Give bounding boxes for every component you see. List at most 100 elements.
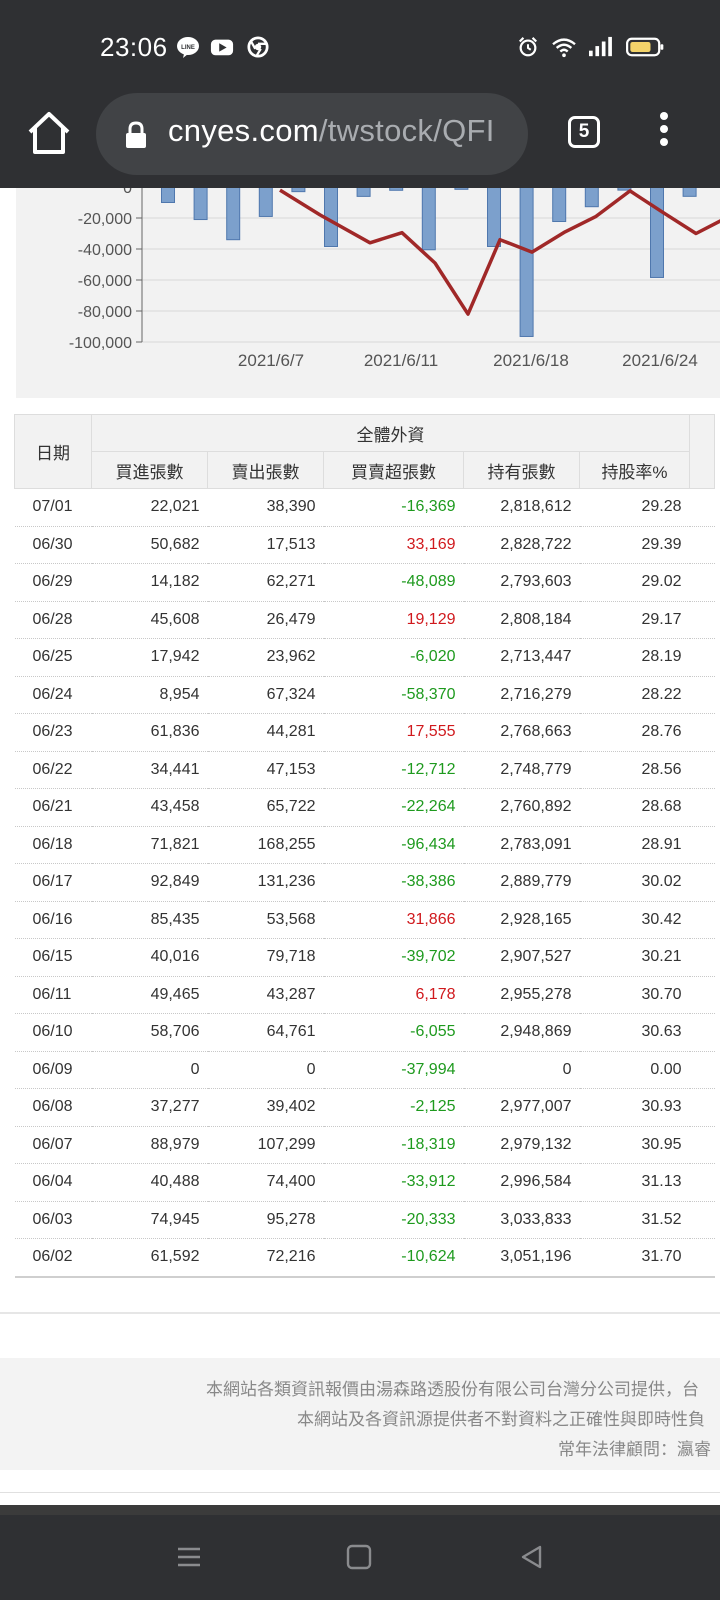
extra-column-cell xyxy=(689,788,715,827)
holding-cell: 2,955,278 xyxy=(463,976,580,1014)
table-row: 06/02 61,592 72,216 -10,624 3,051,196 31.70 xyxy=(14,1238,715,1278)
net-cell: -16,369 xyxy=(323,488,464,527)
extra-column-cell xyxy=(689,1126,715,1164)
date-cell: 06/18 xyxy=(14,826,92,864)
holding-pct-cell: 31.70 xyxy=(579,1238,690,1278)
extra-column-cell xyxy=(689,563,715,602)
extra-column-cell xyxy=(689,488,715,527)
legal-counsel-line: 常年法律顧問：瀛睿 xyxy=(558,1440,711,1459)
table-row: 06/07 88,979 107,299 -18,319 2,979,132 30.95 xyxy=(14,1126,715,1164)
extra-column-cell xyxy=(689,713,715,752)
home-icon[interactable] xyxy=(24,108,74,158)
extra-column-cell xyxy=(689,976,715,1014)
svg-text:LINE: LINE xyxy=(181,45,195,51)
holding-pct-cell: 30.02 xyxy=(579,863,690,902)
url-host: cnyes.com xyxy=(168,113,319,148)
disclaimer-line: 本網站各類資訊報價由湯森路透股份有限公司台灣分公司提供，台 xyxy=(206,1380,699,1399)
holding-pct-cell: 0.00 xyxy=(579,1051,690,1089)
table-row: 06/03 74,945 95,278 -20,333 3,033,833 31.52 xyxy=(14,1201,715,1239)
sell-cell: 47,153 xyxy=(207,751,324,789)
date-cell: 06/24 xyxy=(14,676,92,714)
buy-cell: 50,682 xyxy=(91,526,208,564)
recent-apps-icon[interactable] xyxy=(175,1543,203,1571)
date-cell: 06/29 xyxy=(14,563,92,602)
clock: 23:06 xyxy=(100,32,168,62)
holding-pct-cell: 28.22 xyxy=(579,676,690,714)
section-divider xyxy=(0,1492,720,1493)
extra-column-cell xyxy=(689,638,715,677)
holding-cell: 2,979,132 xyxy=(463,1126,580,1164)
holding-cell: 2,828,722 xyxy=(463,526,580,564)
y-tick-label: -100,000 xyxy=(69,335,132,352)
alarm-icon xyxy=(518,37,538,57)
net-header: 買賣超張數 xyxy=(323,451,464,489)
home-nav-icon[interactable] xyxy=(345,1543,373,1571)
date-cell: 06/07 xyxy=(14,1126,92,1164)
net-cell: -10,624 xyxy=(323,1238,464,1278)
date-cell: 06/21 xyxy=(14,788,92,827)
buy-cell: 58,706 xyxy=(91,1013,208,1052)
holding-pct-cell: 29.39 xyxy=(579,526,690,564)
y-tick-label: -40,000 xyxy=(78,242,132,259)
table-row: 06/23 61,836 44,281 17,555 2,768,663 28.76 xyxy=(14,713,715,752)
holding-header: 持有張數 xyxy=(463,451,580,489)
holding-cell: 0 xyxy=(463,1051,580,1089)
net-cell: -37,994 xyxy=(323,1051,464,1089)
date-cell: 06/11 xyxy=(14,976,92,1014)
extra-column-header xyxy=(689,414,715,489)
buy-cell: 85,435 xyxy=(91,901,208,939)
buy-cell: 8,954 xyxy=(91,676,208,714)
sell-cell: 79,718 xyxy=(207,938,324,977)
date-cell: 06/22 xyxy=(14,751,92,789)
lock-icon xyxy=(126,121,146,148)
holding-pct-cell: 28.56 xyxy=(579,751,690,789)
address-bar[interactable]: cnyes.com/twstock/QFI xyxy=(96,93,528,175)
y-tick-label: -20,000 xyxy=(78,211,132,228)
holding-cell: 2,783,091 xyxy=(463,826,580,864)
holding-cell: 2,889,779 xyxy=(463,863,580,902)
buy-header: 買進張數 xyxy=(91,451,208,489)
holding-cell: 2,808,184 xyxy=(463,601,580,639)
sell-header: 賣出張數 xyxy=(207,451,324,489)
buy-cell: 17,942 xyxy=(91,638,208,677)
net-cell: 31,866 xyxy=(323,901,464,939)
wifi-icon xyxy=(552,38,576,58)
chart-bar xyxy=(682,188,697,197)
extra-column-cell xyxy=(689,1088,715,1127)
more-menu-icon[interactable] xyxy=(654,112,674,156)
date-cell: 06/25 xyxy=(14,638,92,677)
sell-cell: 17,513 xyxy=(207,526,324,564)
net-cell: 6,178 xyxy=(323,976,464,1014)
net-cell: -6,020 xyxy=(323,638,464,677)
date-cell: 06/30 xyxy=(14,526,92,564)
extra-column-cell xyxy=(689,751,715,789)
date-cell: 06/10 xyxy=(14,1013,92,1052)
disclaimer-line: 本網站及各資訊源提供者不對資料之正確性與即時性負 xyxy=(297,1410,705,1429)
sell-cell: 53,568 xyxy=(207,901,324,939)
sell-cell: 65,722 xyxy=(207,788,324,827)
chart-bar xyxy=(454,188,469,190)
buy-cell: 88,979 xyxy=(91,1126,208,1164)
buy-cell: 37,277 xyxy=(91,1088,208,1127)
back-icon[interactable] xyxy=(518,1543,546,1571)
group-header: 全體外資 xyxy=(91,414,690,452)
holding-cell: 2,977,007 xyxy=(463,1088,580,1127)
tab-switcher-button[interactable]: 5 xyxy=(568,116,600,148)
chart-bar xyxy=(161,188,175,203)
net-cell: -12,712 xyxy=(323,751,464,789)
holding-pct-cell: 30.93 xyxy=(579,1088,690,1127)
extra-column-cell xyxy=(689,863,715,902)
buy-cell: 49,465 xyxy=(91,976,208,1014)
chart-bar xyxy=(193,188,208,221)
table-row: 06/08 37,277 39,402 -2,125 2,977,007 30.93 xyxy=(14,1088,715,1127)
net-cell: -33,912 xyxy=(323,1163,464,1202)
date-cell: 06/04 xyxy=(14,1163,92,1202)
table-row: 06/15 40,016 79,718 -39,702 2,907,527 30.21 xyxy=(14,938,715,977)
buy-cell: 71,821 xyxy=(91,826,208,864)
sell-cell: 74,400 xyxy=(207,1163,324,1202)
table-row: 06/30 50,682 17,513 33,169 2,828,722 29.39 xyxy=(14,526,715,564)
sell-cell: 44,281 xyxy=(207,713,324,752)
net-cell: -20,333 xyxy=(323,1201,464,1239)
date-cell: 06/28 xyxy=(14,601,92,639)
holding-cell: 3,051,196 xyxy=(463,1238,580,1278)
